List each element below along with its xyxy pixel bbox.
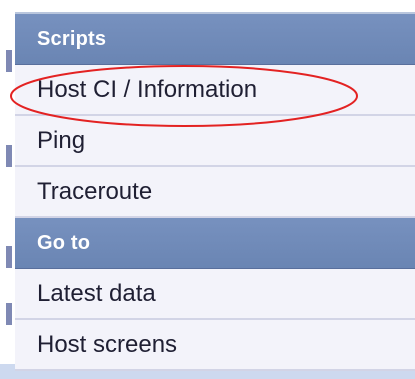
menu-item-label: Latest data — [37, 279, 156, 307]
background-fragment — [6, 246, 12, 268]
menu-item-label: Host screens — [37, 330, 178, 358]
menu-item-ping[interactable]: Ping — [15, 116, 415, 167]
menu-item-host-ci-information[interactable]: Host CI / Information — [15, 65, 415, 116]
menu-item-label: Traceroute — [37, 177, 153, 205]
section-title-scripts: Scripts — [37, 27, 107, 50]
background-fragment — [6, 145, 12, 167]
section-title-go-to: Go to — [37, 231, 91, 254]
section-header-go-to: Go to — [15, 218, 415, 269]
menu-item-traceroute[interactable]: Traceroute — [15, 167, 415, 218]
host-menu: Scripts Host CI / Information Ping Trace… — [15, 12, 415, 371]
menu-item-host-screens[interactable]: Host screens — [15, 320, 415, 371]
menu-item-label: Ping — [37, 126, 86, 154]
menu-item-label: Host CI / Information — [37, 75, 258, 103]
menu-item-latest-data[interactable]: Latest data — [15, 269, 415, 320]
background-fragment — [6, 50, 12, 72]
section-header-scripts: Scripts — [15, 14, 415, 65]
background-fragment — [6, 303, 12, 325]
